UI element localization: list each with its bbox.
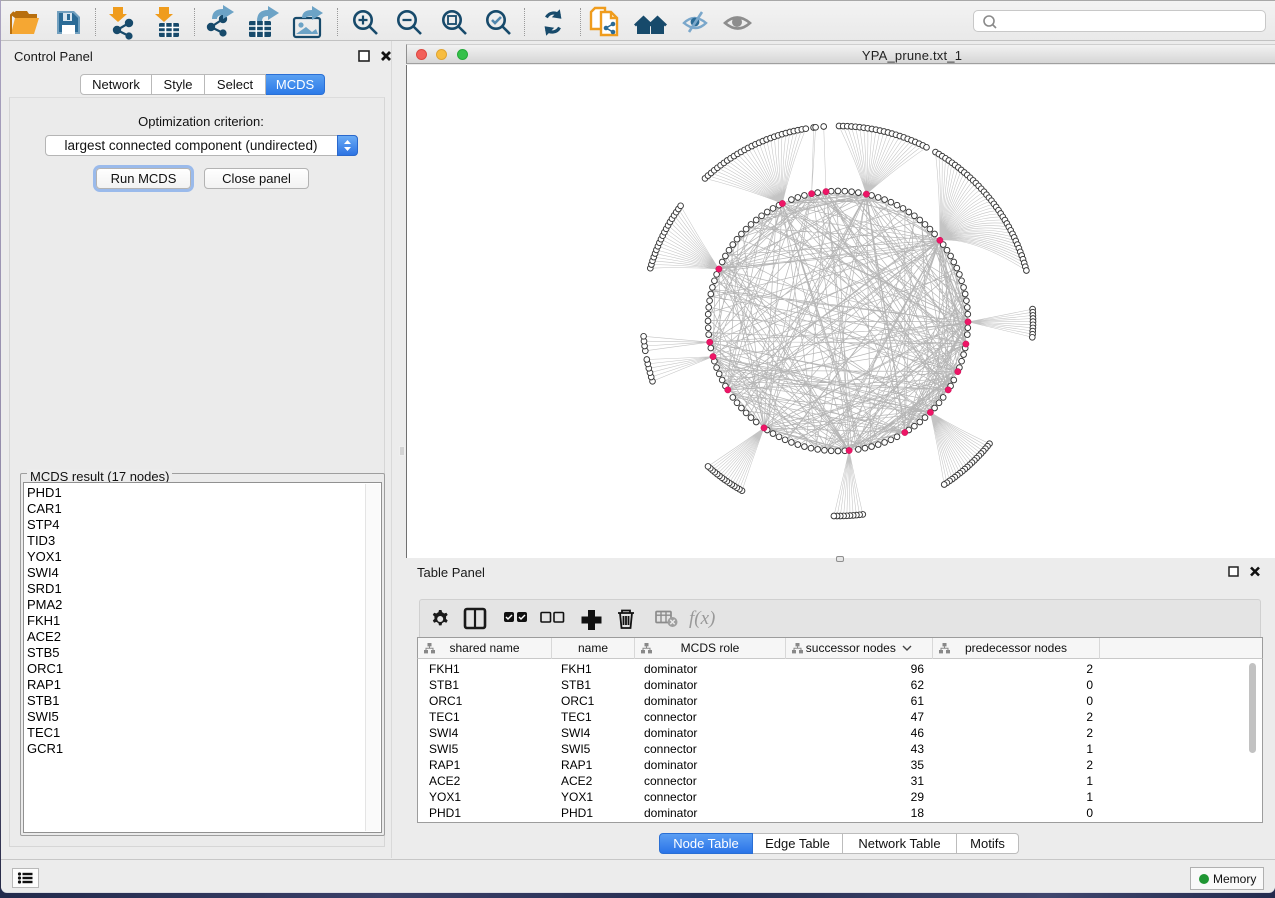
svg-text:f(x): f(x) [689,608,715,629]
